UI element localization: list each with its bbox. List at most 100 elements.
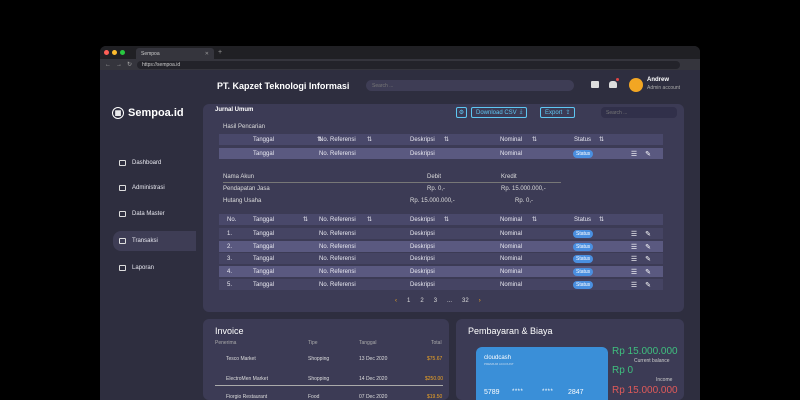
avatar[interactable] [629,78,643,92]
page-2[interactable]: 2 [420,298,423,304]
export-button[interactable]: Export ⇪ [540,107,576,118]
sort-icon[interactable]: ⇅ [303,216,308,223]
col-status[interactable]: Status [574,137,591,143]
search-result-row[interactable]: Tanggal No. Referensi Deskripsi Nominal … [219,148,663,159]
col-no-referensi[interactable]: No. Referensi [319,217,356,223]
edit-icon[interactable]: ✎ [645,230,651,238]
invoice-total: $250.00 [425,376,444,382]
brand-logo[interactable]: ▦ Sempoa.id [112,107,184,119]
table-row[interactable]: 4. Tanggal No. Referensi Deskripsi Nomin… [219,266,663,277]
sort-icon[interactable]: ⇅ [599,216,604,223]
sort-icon[interactable]: ⇅ [367,136,372,143]
hasil-pencarian-label: Hasil Pencarian [223,124,266,130]
page-last[interactable]: 32 [462,298,469,304]
sort-icon[interactable]: ⇅ [444,136,449,143]
sidebar-item-administrasi[interactable]: Administrasi [113,178,196,198]
sort-icon[interactable]: ⇅ [367,216,372,223]
edit-icon[interactable]: ✎ [645,150,651,158]
col-tanggal[interactable]: Tanggal [253,217,274,223]
sort-icon[interactable]: ⇅ [532,216,537,223]
download-csv-button[interactable]: Download CSV ⤓ [471,107,528,118]
table-row[interactable]: 5. Tanggal No. Referensi Deskripsi Nomin… [219,279,663,290]
sort-icon[interactable]: ⇅ [444,216,449,223]
sort-icon[interactable]: ⇅ [532,136,537,143]
sidebar: ▦ Sempoa.id Dashboard Administrasi Data … [100,70,196,400]
status-badge[interactable]: Status [573,149,594,158]
akun-debit: Rp. 0,- [427,186,446,192]
balance-amount: Rp 15.000.000 [612,346,678,357]
url-field[interactable]: https://sempoa.id [137,60,680,69]
col-deskripsi[interactable]: Deskripsi [410,137,435,143]
next-page-icon[interactable]: › [479,298,481,304]
cell-ref: No. Referensi [319,150,356,157]
user-name: Andrew [647,77,670,83]
col-deskripsi[interactable]: Deskripsi [410,217,435,223]
status-badge[interactable]: Status [573,267,594,276]
akun-name: Hutang Usaha [223,198,262,204]
settings-button[interactable]: ⚙ [456,107,467,118]
cell-no: 2. [227,243,233,250]
close-tab-icon[interactable]: ✕ [205,51,209,57]
invoice-penerima[interactable]: Fiorgio Restaurant [226,394,267,400]
list-icon[interactable]: ☰ [631,281,637,289]
table-row[interactable]: 3. Tanggal No. Referensi Deskripsi Nomin… [219,253,663,264]
status-badge[interactable]: Status [573,254,594,263]
new-tab-icon[interactable]: + [218,49,222,56]
maximize-window-icon[interactable] [120,50,125,55]
col-nominal[interactable]: Nominal [500,217,522,223]
table-row[interactable]: 2. Tanggal No. Referensi Deskripsi Nomin… [219,241,663,252]
minimize-window-icon[interactable] [112,50,117,55]
card-number-masked: **** [542,389,554,395]
jurnal-search-input[interactable]: Search ... [601,107,677,118]
page-1[interactable]: 1 [407,298,410,304]
card-number-part: 5789 [484,389,500,396]
list-icon[interactable]: ☰ [631,268,637,276]
cell-desk: Deskripsi [410,243,435,250]
col-nama-akun: Nama Akun [223,174,255,180]
bell-icon[interactable] [609,81,617,88]
pembayaran-card: Pembayaran & Biaya cloudcash PREMIUM ACC… [456,319,684,400]
invoice-penerima[interactable]: Tesco Market [226,356,256,362]
mail-icon[interactable] [591,81,599,88]
list-icon[interactable]: ☰ [631,243,637,251]
sidebar-item-laporan[interactable]: Laporan [113,258,196,278]
user-role: Admin account [647,85,681,91]
export-icon: ⇪ [565,110,571,116]
list-icon[interactable]: ☰ [631,150,637,158]
sidebar-item-dashboard[interactable]: Dashboard [113,153,196,173]
reload-icon[interactable]: ↻ [127,61,132,68]
col-no-referensi[interactable]: No. Referensi [319,137,356,143]
edit-icon[interactable]: ✎ [645,281,651,289]
invoice-penerima[interactable]: ElectroMen Market [226,376,268,382]
credit-card[interactable]: cloudcash PREMIUM ACCOUNT 5789 **** ****… [476,347,608,400]
back-icon[interactable]: ← [105,62,111,68]
col-nominal[interactable]: Nominal [500,137,522,143]
jurnal-title: Jurnal Umum [215,107,254,113]
close-window-icon[interactable] [104,50,109,55]
browser-tab[interactable]: Sempoa ✕ [136,48,214,59]
list-icon[interactable]: ☰ [631,255,637,263]
edit-icon[interactable]: ✎ [645,255,651,263]
cell-desk: Deskripsi [410,150,435,157]
status-badge[interactable]: Status [573,242,594,251]
table-row[interactable]: 1. Tanggal No. Referensi Deskripsi Nomin… [219,228,663,239]
cell-desk: Deskripsi [410,268,435,275]
list-icon[interactable]: ☰ [631,230,637,238]
sidebar-item-transaksi[interactable]: Transaksi [113,231,196,251]
dashboard-icon [119,160,126,166]
status-badge[interactable]: Status [573,280,594,289]
page-3[interactable]: 3 [434,298,437,304]
invoice-tipe: Food [308,394,320,400]
edit-icon[interactable]: ✎ [645,243,651,251]
prev-page-icon[interactable]: ‹ [395,298,397,304]
status-badge[interactable]: Status [573,229,594,238]
transaction-icon [119,238,126,244]
sidebar-item-data-master[interactable]: Data Master [113,204,196,224]
edit-icon[interactable]: ✎ [645,268,651,276]
forward-icon[interactable]: → [116,62,122,68]
col-tanggal[interactable]: Tanggal [253,137,274,143]
global-search-input[interactable]: Search ... [366,80,574,91]
sort-icon[interactable]: ⇅ [599,136,604,143]
col-status[interactable]: Status [574,217,591,223]
invoice-total: $75.67 [427,356,443,362]
